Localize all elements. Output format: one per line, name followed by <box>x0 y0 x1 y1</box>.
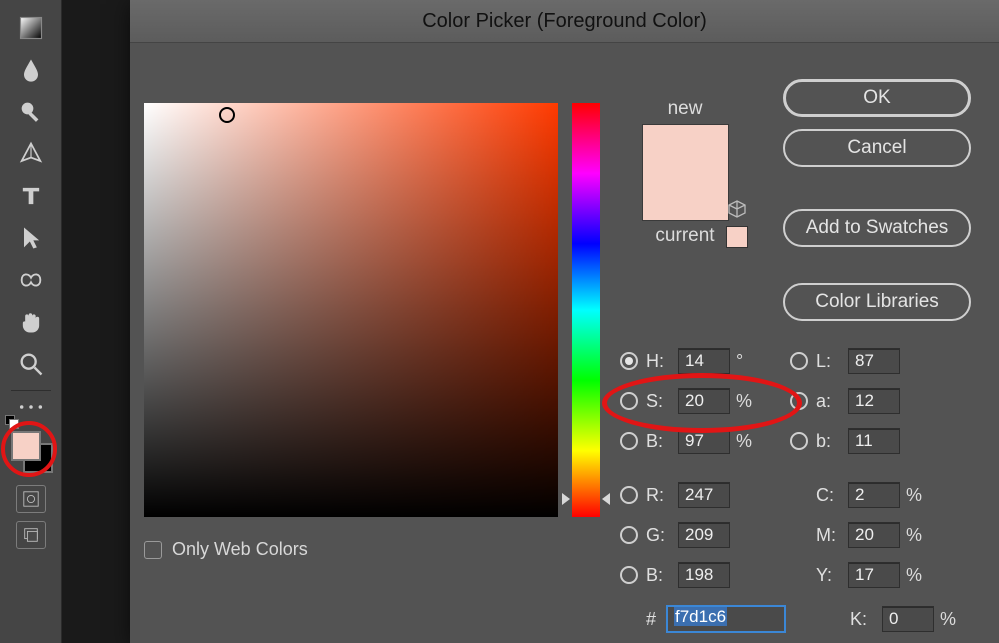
input-b-lab[interactable] <box>848 428 900 454</box>
gamut-swatch[interactable] <box>726 226 748 248</box>
input-k[interactable] <box>882 606 934 632</box>
label-g: G: <box>646 525 678 546</box>
blur-tool[interactable] <box>11 50 51 90</box>
unit-b-hsb: % <box>736 431 760 452</box>
input-y[interactable] <box>848 562 900 588</box>
radio-b-rgb[interactable] <box>620 566 638 584</box>
toolbar <box>0 0 62 643</box>
radio-b-hsb[interactable] <box>620 432 638 450</box>
hand-tool[interactable] <box>11 302 51 342</box>
unit-k: % <box>940 609 964 630</box>
radio-b-lab[interactable] <box>790 432 808 450</box>
edit-toolbar[interactable] <box>11 397 51 417</box>
toolbar-divider <box>11 390 51 391</box>
only-web-colors-label: Only Web Colors <box>172 539 308 560</box>
unit-c: % <box>906 485 930 506</box>
radio-l[interactable] <box>790 352 808 370</box>
default-colors-icon[interactable] <box>5 415 21 427</box>
screen-mode-tool[interactable] <box>16 521 46 549</box>
label-hex: # <box>646 609 666 630</box>
radio-h[interactable] <box>620 352 638 370</box>
color-field-indicator <box>219 107 235 123</box>
gradient-tool[interactable] <box>11 8 51 48</box>
label-y: Y: <box>816 565 848 586</box>
radio-g[interactable] <box>620 526 638 544</box>
dialog-title: Color Picker (Foreground Color) <box>130 0 999 43</box>
unit-y: % <box>906 565 930 586</box>
new-label: new <box>625 98 745 120</box>
dialog-body: new current Only Web Colors OK Cancel Ad… <box>130 43 999 99</box>
preview-new <box>643 125 728 173</box>
add-to-swatches-button[interactable]: Add to Swatches <box>783 209 971 247</box>
ok-button[interactable]: OK <box>783 79 971 117</box>
foreground-color-swatch[interactable] <box>11 431 41 461</box>
label-h: H: <box>646 351 678 372</box>
input-b-hsb[interactable] <box>678 428 730 454</box>
preview-current <box>643 173 728 221</box>
label-l: L: <box>816 351 848 372</box>
foreground-background-swatch[interactable] <box>7 427 55 475</box>
input-g[interactable] <box>678 522 730 548</box>
hue-slider-arrow-left <box>562 493 570 505</box>
color-fields: H: ° L: S: % a: <box>620 341 980 639</box>
label-r: R: <box>646 485 678 506</box>
input-l[interactable] <box>848 348 900 374</box>
label-m: M: <box>816 525 848 546</box>
label-k: K: <box>850 609 882 630</box>
custom-shape-tool[interactable] <box>11 260 51 300</box>
radio-s[interactable] <box>620 392 638 410</box>
zoom-tool[interactable] <box>11 344 51 384</box>
type-tool[interactable] <box>11 176 51 216</box>
input-s[interactable] <box>678 388 730 414</box>
label-b-lab: b: <box>816 431 848 452</box>
gamut-warning-icon[interactable] <box>726 198 748 220</box>
only-web-colors-checkbox[interactable] <box>144 541 162 559</box>
radio-a[interactable] <box>790 392 808 410</box>
label-b-hsb: B: <box>646 431 678 452</box>
input-c[interactable] <box>848 482 900 508</box>
input-b-rgb[interactable] <box>678 562 730 588</box>
input-hex[interactable]: f7d1c6 <box>666 605 786 633</box>
color-picker-dialog: Color Picker (Foreground Color) new curr… <box>130 0 999 643</box>
label-a: a: <box>816 391 848 412</box>
input-r[interactable] <box>678 482 730 508</box>
unit-s: % <box>736 391 760 412</box>
label-b-rgb: B: <box>646 565 678 586</box>
dodge-tool[interactable] <box>11 92 51 132</box>
color-field[interactable] <box>144 103 558 517</box>
label-c: C: <box>816 485 848 506</box>
unit-m: % <box>906 525 930 546</box>
preview-box[interactable] <box>642 124 729 221</box>
quick-mask-tool[interactable] <box>16 485 46 513</box>
hue-slider-arrow-right <box>602 493 610 505</box>
color-libraries-button[interactable]: Color Libraries <box>783 283 971 321</box>
hue-slider[interactable] <box>572 103 600 517</box>
radio-r[interactable] <box>620 486 638 504</box>
unit-h: ° <box>736 351 760 372</box>
cancel-button[interactable]: Cancel <box>783 129 971 167</box>
input-h[interactable] <box>678 348 730 374</box>
only-web-colors[interactable]: Only Web Colors <box>144 539 308 560</box>
pen-tool[interactable] <box>11 134 51 174</box>
input-a[interactable] <box>848 388 900 414</box>
path-selection-tool[interactable] <box>11 218 51 258</box>
input-m[interactable] <box>848 522 900 548</box>
label-s: S: <box>646 391 678 412</box>
